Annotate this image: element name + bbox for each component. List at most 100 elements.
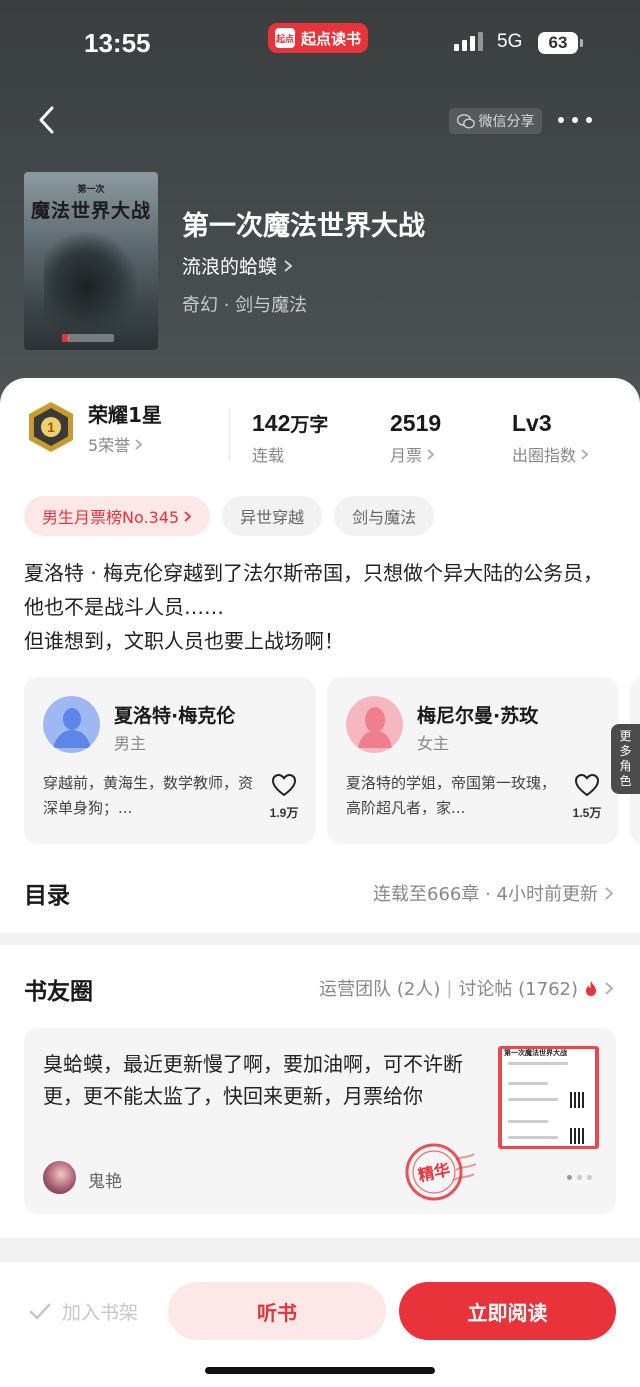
tag-item[interactable]: 剑与魔法	[334, 496, 435, 536]
chevron-right-icon	[184, 510, 192, 522]
character-role: 女主	[417, 734, 450, 753]
stat-label: 连载	[252, 446, 285, 465]
female-avatar-icon	[346, 696, 403, 753]
more-characters-char: 多	[619, 744, 632, 758]
heart-icon	[271, 773, 297, 797]
status-bar: 13:55 起点 起点读书 5G 63	[0, 0, 640, 90]
read-now-button[interactable]: 立即阅读	[399, 1282, 616, 1340]
stat-monthly-tickets[interactable]: 2519 月票	[390, 410, 441, 466]
like-count: 1.9万	[269, 806, 299, 820]
tag-item[interactable]: 异世穿越	[222, 496, 323, 536]
character-carousel: 夏洛特·梅克伦 男主 穿越前，黄海生，数学教师，资深单身狗；... 1.9万 梅…	[24, 677, 640, 844]
post-image-line	[508, 1120, 548, 1123]
catalog-link[interactable]: 连载至666章 · 4小时前更新	[373, 880, 614, 906]
chevron-left-icon	[39, 106, 54, 134]
app-return-pill[interactable]: 起点 起点读书	[268, 23, 368, 53]
book-circle-title[interactable]: 书友圈	[24, 972, 93, 1006]
qidian-logo-icon: 起点	[274, 28, 295, 48]
home-indicator[interactable]	[205, 1367, 435, 1374]
signal-icon	[454, 32, 483, 51]
honor-title: 荣耀1星	[88, 403, 162, 427]
author-link[interactable]: 流浪的蛤蟆	[182, 252, 293, 279]
character-card[interactable]: 梅尼尔曼·苏玫 女主 夏洛特的学姐，帝国第一玫瑰，高阶超凡者，家... 1.5万	[327, 677, 618, 844]
tag-label: 异世穿越	[240, 508, 305, 527]
honor-badge-icon: 1	[29, 402, 73, 452]
honor-points: 5荣誉	[88, 436, 131, 455]
honor-badge-number: 1	[47, 419, 55, 435]
book-genre: 奇幻 · 剑与魔法	[182, 295, 308, 316]
synopsis-line: 夏洛特 · 梅克伦穿越到了法尔斯帝国，只想做个异大陆的公务员，他也不是战斗人员……	[24, 561, 604, 619]
like-button[interactable]: 1.5万	[572, 773, 602, 821]
featured-post-card[interactable]: 臭蛤蟆，最近更新慢了啊，要加油啊，可不许断更，更不能太监了，快回来更新，月票给你…	[24, 1028, 616, 1214]
add-to-shelf-label: 加入书架	[62, 1302, 139, 1324]
stamp-label: 精华	[416, 1160, 451, 1185]
back-button[interactable]	[34, 104, 62, 136]
chevron-right-icon	[135, 438, 143, 450]
battery-icon: 63	[538, 32, 578, 54]
chevron-right-icon	[284, 259, 293, 272]
battery-tip	[580, 39, 583, 47]
more-characters-char: 角	[619, 759, 632, 773]
flame-icon	[586, 980, 596, 996]
cover-small-title: 第一次	[77, 185, 105, 195]
chevron-right-icon	[581, 448, 589, 460]
listen-button[interactable]: 听书	[168, 1282, 386, 1340]
share-label: 微信分享	[478, 114, 535, 130]
more-dots-icon[interactable]	[558, 112, 592, 128]
circle-separator: |	[446, 977, 453, 999]
stat-label: 出圈指数	[512, 446, 577, 465]
network-type: 5G	[497, 31, 523, 52]
character-card[interactable]: 夏洛特·梅克伦 男主 穿越前，黄海生，数学教师，资深单身狗；... 1.9万	[24, 677, 315, 844]
avatar[interactable]	[43, 1161, 76, 1194]
book-synopsis[interactable]: 夏洛特 · 梅克伦穿越到了法尔斯帝国，只想做个异大陆的公务员，他也不是战斗人员……	[24, 556, 618, 658]
stat-value: 142	[252, 410, 291, 436]
add-to-shelf-button[interactable]: 加入书架	[28, 1298, 138, 1325]
tag-rank[interactable]: 男生月票榜No.345	[24, 496, 211, 536]
cover-illustration	[44, 232, 138, 332]
status-time: 13:55	[84, 28, 151, 58]
post-image-title: 第一次魔法世界大战	[504, 1049, 567, 1057]
stats-divider	[229, 410, 230, 460]
book-title: 第一次魔法世界大战	[182, 211, 425, 242]
post-image-line	[508, 1082, 548, 1085]
checkmark-icon	[29, 1303, 51, 1319]
character-name: 夏洛特·梅克伦	[114, 705, 236, 727]
featured-stamp-icon: 精华	[405, 1143, 477, 1201]
book-cover[interactable]: 第一次 魔法世界大战	[24, 172, 158, 350]
male-avatar-icon	[43, 696, 100, 753]
honor-points-link[interactable]: 5荣誉	[88, 432, 143, 456]
catalog-update-info: 连载至666章 · 4小时前更新	[373, 884, 598, 905]
catalog-title[interactable]: 目录	[24, 876, 70, 910]
qr-code-icon	[570, 1092, 586, 1108]
character-name: 梅尼尔曼·苏玫	[417, 705, 539, 727]
more-characters-button[interactable]: 更 多 角 色	[611, 724, 640, 794]
stat-unit: 万字	[290, 414, 329, 436]
wechat-share-button[interactable]: 微信分享	[449, 108, 542, 134]
wechat-icon	[456, 113, 475, 129]
post-text: 臭蛤蟆，最近更新慢了啊，要加油啊，可不许断更，更不能太监了，快回来更新，月票给你	[43, 1052, 463, 1108]
stat-popularity-index[interactable]: Lv3 出圈指数	[512, 410, 589, 466]
synopsis-line: 但谁想到，文职人员也要上战场啊！	[24, 629, 344, 653]
character-role: 男主	[114, 734, 147, 753]
read-now-label: 立即阅读	[467, 1300, 548, 1325]
post-image-line	[508, 1136, 558, 1139]
more-characters-char: 色	[619, 774, 632, 788]
circle-posts: 讨论帖 (1762)	[458, 979, 578, 1000]
stat-value: Lv3	[512, 410, 552, 436]
listen-label: 听书	[257, 1300, 297, 1325]
character-desc: 穿越前，黄海生，数学教师，资深单身狗；...	[43, 774, 253, 817]
chevron-right-icon	[605, 981, 614, 995]
post-carousel-dots	[567, 1175, 592, 1180]
like-count: 1.5万	[572, 806, 602, 820]
author-name: 流浪的蛤蟆	[182, 256, 278, 278]
like-button[interactable]: 1.9万	[269, 773, 299, 821]
app-name: 起点读书	[300, 29, 361, 48]
heart-icon	[574, 773, 600, 797]
qr-code-icon	[570, 1128, 586, 1144]
post-image[interactable]: 第一次魔法世界大战	[498, 1046, 599, 1149]
post-image-line	[508, 1062, 568, 1065]
post-username[interactable]: 鬼艳	[88, 1167, 122, 1192]
book-circle-link[interactable]: 运营团队 (2人) | 讨论帖 (1762)	[319, 975, 614, 1001]
cover-title: 魔法世界大战	[30, 200, 151, 222]
chevron-right-icon	[427, 448, 435, 460]
